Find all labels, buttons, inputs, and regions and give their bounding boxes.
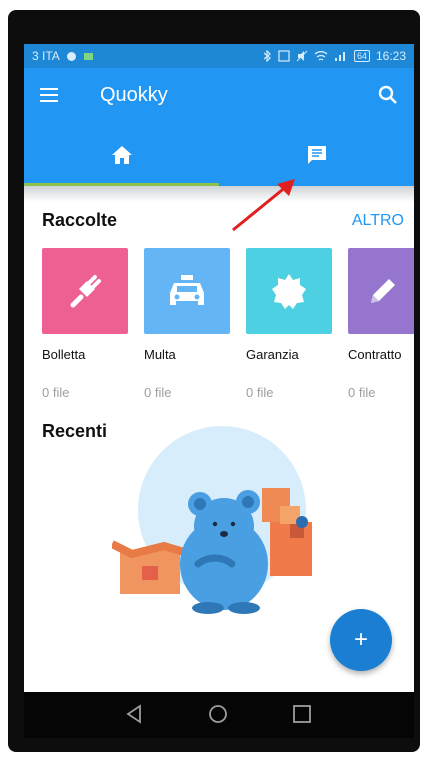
- wifi-icon: [314, 51, 328, 61]
- signal-icon: [334, 52, 345, 61]
- outer-frame: 3 ITA 64 16:23 Quokky Raccolte ALTRO Bol…: [0, 0, 428, 758]
- tab-bar: [24, 124, 414, 186]
- home-button-icon[interactable]: [208, 704, 228, 724]
- android-nav-bar: [24, 692, 414, 738]
- bluetooth-icon: [263, 50, 271, 62]
- app-bar-shadow: [24, 186, 414, 202]
- card-garanzia[interactable]: [246, 248, 332, 334]
- battery-icon: 64: [353, 50, 370, 62]
- notification-icon: [66, 51, 76, 61]
- menu-icon[interactable]: [40, 88, 58, 102]
- taxi-icon: [170, 275, 204, 305]
- app-bar: Quokky: [24, 68, 414, 124]
- message-icon: [83, 52, 93, 60]
- plug-icon: [70, 275, 101, 308]
- card-count-garanzia: 0 file: [246, 385, 274, 400]
- card-label-garanzia: Garanzia: [246, 347, 299, 362]
- clock: 16:23: [375, 49, 406, 63]
- annotation-arrow: [232, 179, 295, 232]
- empty-state-illustration: [112, 426, 312, 614]
- chat-icon: [307, 146, 326, 164]
- card-bolletta[interactable]: [42, 248, 128, 334]
- add-fab-button[interactable]: +: [330, 609, 392, 671]
- card-count-bolletta: 0 file: [42, 385, 70, 400]
- recents-icon[interactable]: [292, 704, 312, 724]
- carrier-label: 3 ITA: [32, 49, 60, 63]
- mute-icon: [296, 50, 308, 62]
- search-icon[interactable]: [378, 85, 398, 105]
- recenti-title: Recenti: [42, 421, 108, 441]
- tab-home[interactable]: [24, 124, 219, 186]
- card-count-contratto: 0 file: [348, 385, 376, 400]
- card-label-contratto: Contratto: [348, 347, 402, 362]
- home-icon: [111, 146, 132, 164]
- status-bar: 3 ITA 64 16:23: [24, 44, 414, 68]
- card-label-bolletta: Bolletta: [42, 347, 86, 362]
- card-contratto[interactable]: [348, 248, 414, 334]
- raccolte-title: Raccolte: [42, 210, 118, 230]
- card-count-multa: 0 file: [144, 385, 172, 400]
- phone-screen: 3 ITA 64 16:23 Quokky Raccolte ALTRO Bol…: [24, 44, 414, 692]
- pencil-icon: [371, 279, 395, 303]
- app-title: Quokky: [100, 84, 168, 106]
- nfc-icon: [278, 50, 290, 62]
- back-icon[interactable]: [124, 704, 144, 724]
- altro-link[interactable]: ALTRO: [352, 212, 404, 230]
- badge-icon: [272, 274, 306, 309]
- card-label-multa: Multa: [144, 347, 176, 362]
- card-multa[interactable]: [144, 248, 230, 334]
